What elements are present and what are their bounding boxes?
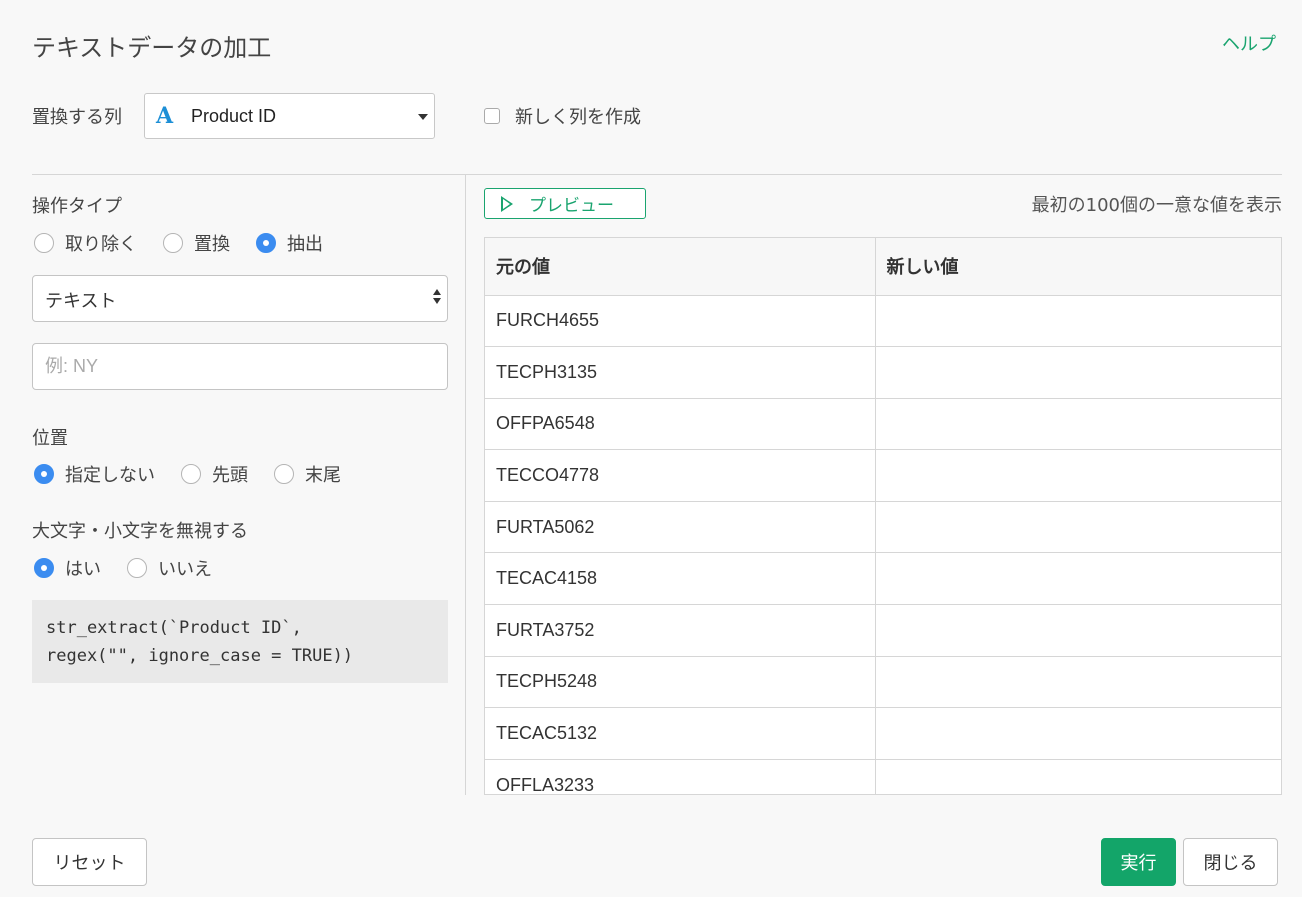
position-label: 位置 <box>32 428 68 449</box>
run-button[interactable]: 実行 <box>1101 838 1176 886</box>
column-label: 置換する列 <box>32 107 122 128</box>
table-row: OFFLA3233 <box>485 759 1281 794</box>
radio-ignore-case-yes-label: はい <box>65 559 101 580</box>
match-type-value: テキスト <box>45 291 117 312</box>
column-select-value: Product ID <box>191 106 277 126</box>
cell-new <box>875 295 1281 348</box>
match-type-select[interactable]: テキスト <box>32 275 448 322</box>
column-select[interactable]: A Product ID <box>144 93 435 139</box>
radio-ignore-case-no-circle[interactable] <box>127 558 147 578</box>
radio-position-start-label: 先頭 <box>212 465 248 486</box>
operation-type-label: 操作タイプ <box>32 196 122 217</box>
cell-new <box>875 552 1281 606</box>
cell-new <box>875 449 1281 502</box>
horizontal-divider <box>32 174 1282 175</box>
cell-original: OFFLA3233 <box>485 759 876 794</box>
table-row: OFFPA6548 <box>485 398 1281 451</box>
position-radio-group: 指定しない 先頭 末尾 <box>34 461 367 487</box>
cell-new <box>875 759 1281 794</box>
radio-position-start[interactable]: 先頭 <box>181 461 248 487</box>
table-row: FURCH4655 <box>485 295 1281 348</box>
cell-original: FURTA3752 <box>485 604 876 657</box>
radio-ignore-case-yes-circle[interactable] <box>34 558 54 578</box>
cell-new <box>875 656 1281 709</box>
new-column-checkbox[interactable] <box>484 108 500 124</box>
table-row: TECAC5132 <box>485 707 1281 760</box>
radio-position-end[interactable]: 末尾 <box>274 461 341 487</box>
column-header-new: 新しい値 <box>875 238 1281 296</box>
code-preview: str_extract(`Product ID`, regex("", igno… <box>32 600 448 683</box>
cell-original: TECCO4778 <box>485 449 876 502</box>
cell-original: TECAC5132 <box>485 707 876 760</box>
text-type-icon: A <box>156 103 174 129</box>
radio-replace[interactable]: 置換 <box>163 230 230 256</box>
radio-position-none-label: 指定しない <box>65 465 155 486</box>
preview-table: 元の値 新しい値 FURCH4655 TECPH3135 OFFPA6548 T… <box>484 237 1282 795</box>
operation-type-radio-group: 取り除く 置換 抽出 <box>34 230 349 256</box>
table-row: FURTA5062 <box>485 501 1281 554</box>
help-link[interactable]: ヘルプ <box>1222 30 1276 56</box>
close-button[interactable]: 閉じる <box>1183 838 1278 886</box>
cell-original: FURTA5062 <box>485 501 876 554</box>
cell-original: FURCH4655 <box>485 295 876 348</box>
radio-remove[interactable]: 取り除く <box>34 230 137 256</box>
radio-extract[interactable]: 抽出 <box>256 230 323 256</box>
ignore-case-radio-group: はい いいえ <box>34 555 238 581</box>
radio-position-start-circle[interactable] <box>181 464 201 484</box>
cell-original: TECAC4158 <box>485 552 876 606</box>
radio-replace-circle[interactable] <box>163 233 183 253</box>
new-column-label: 新しく列を作成 <box>515 107 641 128</box>
cell-new <box>875 398 1281 451</box>
radio-remove-circle[interactable] <box>34 233 54 253</box>
radio-position-none[interactable]: 指定しない <box>34 461 155 487</box>
radio-remove-label: 取り除く <box>65 234 137 255</box>
reset-button[interactable]: リセット <box>32 838 147 886</box>
column-header-original: 元の値 <box>485 238 876 296</box>
cell-new <box>875 604 1281 657</box>
radio-replace-label: 置換 <box>194 234 230 255</box>
chevron-down-icon <box>418 114 428 120</box>
cell-new <box>875 707 1281 760</box>
table-row: TECPH5248 <box>485 656 1281 709</box>
radio-extract-label: 抽出 <box>287 234 323 255</box>
radio-extract-circle[interactable] <box>256 233 276 253</box>
select-arrows-icon <box>433 289 441 304</box>
ignore-case-label: 大文字・小文字を無視する <box>32 521 248 542</box>
table-header-row: 元の値 新しい値 <box>485 238 1281 296</box>
play-icon <box>501 195 513 212</box>
cell-original: TECPH3135 <box>485 346 876 399</box>
vertical-divider <box>465 175 466 795</box>
new-column-option[interactable]: 新しく列を作成 <box>484 103 641 129</box>
pattern-input[interactable] <box>32 343 448 390</box>
preview-button-label: プレビュー <box>529 196 614 216</box>
preview-button[interactable]: プレビュー <box>484 188 646 219</box>
table-row: TECPH3135 <box>485 346 1281 399</box>
radio-ignore-case-yes[interactable]: はい <box>34 555 101 581</box>
cell-new <box>875 346 1281 399</box>
radio-ignore-case-no-label: いいえ <box>158 559 212 580</box>
preview-note: 最初の100個の一意な値を表示 <box>1031 195 1282 216</box>
table-row: FURTA3752 <box>485 604 1281 657</box>
radio-position-end-label: 末尾 <box>305 465 341 486</box>
radio-position-none-circle[interactable] <box>34 464 54 484</box>
table-row: TECCO4778 <box>485 449 1281 502</box>
radio-position-end-circle[interactable] <box>274 464 294 484</box>
table-row: TECAC4158 <box>485 552 1281 606</box>
cell-new <box>875 501 1281 554</box>
cell-original: OFFPA6548 <box>485 398 876 451</box>
radio-ignore-case-no[interactable]: いいえ <box>127 555 212 581</box>
cell-original: TECPH5248 <box>485 656 876 709</box>
page-title: テキストデータの加工 <box>32 34 272 62</box>
